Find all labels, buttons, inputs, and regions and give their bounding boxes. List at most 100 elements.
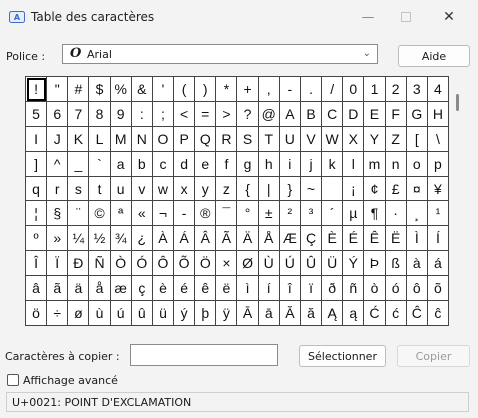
character-cell[interactable]: Ë (385, 226, 407, 252)
character-cell[interactable]: » (47, 226, 69, 252)
character-cell[interactable]: e (195, 151, 217, 177)
character-cell[interactable]: ø (68, 301, 90, 326)
character-cell[interactable]: ~ (300, 176, 323, 202)
character-cell[interactable]: ¡ (343, 176, 365, 202)
character-cell[interactable]: ® (195, 201, 217, 227)
character-cell[interactable]: û (131, 301, 153, 326)
character-cell[interactable]: ì (237, 276, 259, 302)
character-cell[interactable]: Ò (110, 251, 132, 277)
character-cell[interactable]: 6 (47, 101, 69, 127)
character-cell[interactable]: W (322, 126, 344, 152)
character-cell[interactable]: ç (131, 276, 153, 302)
title-bar[interactable]: A Table des caractères — ✕ (0, 0, 478, 34)
character-cell[interactable]: ë (216, 276, 238, 302)
character-cell[interactable]: 0 (343, 77, 365, 102)
character-cell[interactable]: Ô (152, 251, 175, 277)
character-cell[interactable]: ß (385, 251, 407, 277)
character-cell[interactable]: Â (195, 226, 217, 252)
character-cell[interactable]: í (258, 276, 280, 302)
character-cell[interactable]: á (427, 251, 449, 277)
character-cell[interactable]: u (110, 176, 132, 202)
character-cell[interactable]: ć (385, 301, 407, 326)
character-cell[interactable]: ¸ (406, 201, 428, 227)
character-cell[interactable]: % (110, 77, 132, 102)
character-cell[interactable]: þ (195, 301, 217, 326)
character-cell[interactable]: è (152, 276, 175, 302)
character-cell[interactable]: ¤ (406, 176, 428, 202)
character-cell[interactable]: q (26, 176, 48, 202)
character-cell[interactable]: µ (343, 201, 365, 227)
character-cell[interactable]: Ú (279, 251, 301, 277)
character-cell[interactable]: ! (26, 77, 48, 102)
maximize-button[interactable] (384, 0, 428, 34)
character-cell[interactable]: Ã (216, 226, 238, 252)
character-cell[interactable]: é (174, 276, 196, 302)
character-cell[interactable]: i (279, 151, 301, 177)
character-cell[interactable]: ô (406, 276, 428, 302)
character-cell[interactable]: [ (406, 126, 428, 152)
character-cell[interactable]: Ø (237, 251, 259, 277)
character-cell[interactable]: * (216, 77, 238, 102)
character-cell[interactable]: À (152, 226, 175, 252)
character-cell[interactable]: ă (300, 301, 323, 326)
character-cell[interactable]: ä (68, 276, 90, 302)
character-cell[interactable]: Ù (258, 251, 280, 277)
character-cell[interactable]: ò (364, 276, 386, 302)
close-button[interactable]: ✕ (427, 0, 471, 34)
character-cell[interactable]: { (237, 176, 259, 202)
character-cell[interactable]: Õ (174, 251, 196, 277)
character-cell[interactable]: ½ (89, 226, 111, 252)
character-cell[interactable]: 8 (89, 101, 111, 127)
character-cell[interactable]: _ (68, 151, 90, 177)
character-cell[interactable]: ? (237, 101, 259, 127)
font-dropdown[interactable]: O Arial ⌄ (62, 44, 378, 64)
character-cell[interactable]: Ñ (89, 251, 111, 277)
character-cell[interactable]: Í (427, 226, 449, 252)
scroll-thumb[interactable] (456, 94, 459, 111)
character-cell[interactable] (322, 176, 344, 202)
character-cell[interactable]: n (385, 151, 407, 177)
character-cell[interactable]: ù (89, 301, 111, 326)
character-cell[interactable]: Å (258, 226, 280, 252)
character-cell[interactable]: Ĉ (406, 301, 428, 326)
character-cell[interactable]: å (89, 276, 111, 302)
character-cell[interactable]: « (131, 201, 153, 227)
character-cell[interactable]: ö (26, 301, 48, 326)
character-cell[interactable]: a (110, 151, 132, 177)
character-cell[interactable]: î (279, 276, 301, 302)
character-cell[interactable]: © (89, 201, 111, 227)
character-cell[interactable]: ÷ (47, 301, 69, 326)
character-cell[interactable]: F (385, 101, 407, 127)
character-cell[interactable]: £ (385, 176, 407, 202)
character-cell[interactable]: Ą (322, 301, 344, 326)
character-cell[interactable]: ï (300, 276, 323, 302)
character-cell[interactable]: ¥ (427, 176, 449, 202)
character-cell[interactable]: Z (385, 126, 407, 152)
character-cell[interactable]: R (216, 126, 238, 152)
character-cell[interactable]: Ā (237, 301, 259, 326)
character-cell[interactable]: o (406, 151, 428, 177)
character-cell[interactable]: ý (174, 301, 196, 326)
character-cell[interactable]: ą (343, 301, 365, 326)
character-cell[interactable]: z (216, 176, 238, 202)
character-cell[interactable]: s (68, 176, 90, 202)
character-cell[interactable]: Ă (279, 301, 301, 326)
character-cell[interactable]: " (47, 77, 69, 102)
character-cell[interactable]: 1 (364, 77, 386, 102)
character-cell[interactable]: ( (174, 77, 196, 102)
character-cell[interactable]: È (322, 226, 344, 252)
character-cell[interactable]: 2 (385, 77, 407, 102)
character-cell[interactable]: - (174, 201, 196, 227)
character-cell[interactable]: ð (322, 276, 344, 302)
character-cell[interactable]: · (385, 201, 407, 227)
character-cell[interactable]: b (131, 151, 153, 177)
character-cell[interactable]: ` (89, 151, 111, 177)
character-cell[interactable]: V (300, 126, 323, 152)
character-cell[interactable]: l (343, 151, 365, 177)
character-cell[interactable]: k (322, 151, 344, 177)
character-cell[interactable]: Y (364, 126, 386, 152)
character-cell[interactable]: f (216, 151, 238, 177)
character-cell[interactable]: É (343, 226, 365, 252)
character-cell[interactable]: ° (237, 201, 259, 227)
character-cell[interactable]: : (131, 101, 153, 127)
